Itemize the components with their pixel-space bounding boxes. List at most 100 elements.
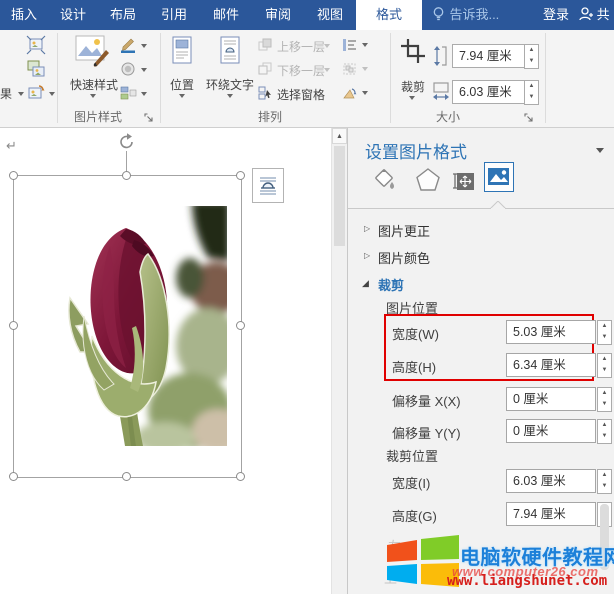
picture-layout-dropdown-arrow [141, 92, 147, 96]
layout-options-button[interactable] [252, 168, 284, 203]
align-button[interactable] [342, 38, 357, 57]
tab-review[interactable]: 审阅 [254, 0, 302, 30]
rotate-dropdown-arrow [362, 91, 368, 95]
shape-height-input[interactable]: 7.94 厘米 [452, 44, 530, 68]
height-h-input[interactable]: 6.34 厘米 [506, 353, 596, 377]
picture-effects-button[interactable] [120, 61, 137, 82]
collapse-arrow-crop[interactable]: ◢ [362, 278, 369, 289]
crop-height-input[interactable]: 7.94 厘米 [506, 502, 596, 526]
layout-properties-tab[interactable] [451, 169, 475, 198]
wrap-text-button[interactable] [218, 36, 242, 71]
tab-insert[interactable]: 插入 [2, 0, 46, 30]
ribbon-tab-bar: 插入 设计 布局 引用 邮件 审阅 视图 格式 告诉我... 登录 共享 [0, 0, 614, 30]
bring-forward-button[interactable]: 上移一层 [258, 38, 273, 57]
section-picture-color[interactable]: 图片颜色 [378, 248, 430, 267]
crop-width-spinner[interactable]: ▲▼ [597, 469, 612, 494]
tab-design[interactable]: 设计 [50, 0, 96, 30]
quick-styles-button[interactable] [74, 34, 110, 73]
picture-border-icon [120, 37, 137, 53]
bring-forward-label: 上移一层 [277, 38, 325, 55]
offset-x-spinner[interactable]: ▲▼ [597, 387, 612, 412]
position-dropdown-arrow[interactable] [179, 94, 185, 98]
wrap-text-label: 环绕文字 [204, 76, 256, 93]
group-objects-icon [342, 62, 357, 76]
scrollbar-thumb[interactable] [334, 146, 345, 246]
shape-height-spinner[interactable]: ▲▼ [524, 44, 539, 69]
scrollbar-up-arrow[interactable]: ▲ [332, 128, 347, 144]
width-w-spinner[interactable]: ▲▼ [597, 320, 612, 345]
section-crop-expanded[interactable]: 裁剪 [378, 275, 404, 294]
reset-picture-button[interactable] [26, 83, 46, 108]
fill-line-tab[interactable] [372, 166, 400, 199]
picture-selection-border [13, 175, 242, 478]
handle-bottom-right[interactable] [236, 472, 245, 481]
position-button[interactable] [170, 36, 194, 71]
watermark-url-main: www.liangshunet.com [447, 573, 607, 589]
group-divider [390, 33, 391, 123]
shape-height-value: 7.94 厘米 [459, 49, 512, 63]
offset-y-spinner[interactable]: ▲▼ [597, 419, 612, 444]
offset-y-value: 0 厘米 [513, 424, 548, 438]
section-picture-corrections[interactable]: 图片更正 [378, 221, 430, 240]
tab-layout[interactable]: 布局 [100, 0, 146, 30]
field-row-height: 高度(H) 6.34 厘米 ▲▼ [348, 353, 614, 377]
document-canvas[interactable]: ↵ [0, 128, 347, 594]
picture-styles-dialog-launcher[interactable] [144, 110, 154, 128]
tell-me-label: 告诉我... [449, 7, 499, 22]
height-h-spinner[interactable]: ▲▼ [597, 353, 612, 378]
group-objects-button[interactable] [342, 62, 357, 81]
change-picture-button[interactable] [26, 59, 46, 84]
handle-middle-left[interactable] [9, 321, 18, 330]
wrap-text-dropdown-arrow[interactable] [227, 94, 233, 98]
reset-picture-dropdown-arrow[interactable] [49, 92, 55, 96]
word-window: 插入 设计 布局 引用 邮件 审阅 视图 格式 告诉我... 登录 共享 [0, 0, 614, 594]
picture-border-button[interactable] [120, 37, 137, 58]
handle-middle-right[interactable] [236, 321, 245, 330]
picture-layout-button[interactable] [120, 85, 137, 106]
picture-tab-selected[interactable] [484, 162, 514, 192]
height-h-value: 6.34 厘米 [513, 358, 566, 372]
picture-effects-icon [120, 61, 137, 77]
shape-width-input[interactable]: 6.03 厘米 [452, 80, 530, 104]
rotate-handle[interactable] [117, 132, 137, 157]
selection-pane-button[interactable]: 选择窗格 [258, 86, 273, 105]
bring-forward-icon [258, 38, 273, 52]
quick-styles-dropdown-arrow[interactable] [90, 94, 96, 98]
field-row-crop-height: 高度(G) 7.94 厘米 ▲▼ [348, 502, 614, 526]
expand-arrow-picture-corrections[interactable]: ▷ [364, 224, 370, 233]
handle-top-left[interactable] [9, 171, 18, 180]
offset-y-input[interactable]: 0 厘米 [506, 419, 596, 443]
tab-references[interactable]: 引用 [150, 0, 198, 30]
pane-options-arrow[interactable] [596, 148, 604, 153]
tab-format-active[interactable]: 格式 [356, 0, 422, 30]
expand-arrow-picture-color[interactable]: ▷ [364, 251, 370, 260]
crop-button[interactable] [400, 38, 426, 69]
effects-tab[interactable] [414, 166, 442, 199]
width-w-input[interactable]: 5.03 厘米 [506, 320, 596, 344]
width-w-value: 5.03 厘米 [513, 325, 566, 339]
tell-me-box[interactable]: 告诉我... [432, 0, 499, 30]
tab-view[interactable]: 视图 [306, 0, 354, 30]
tab-mailings[interactable]: 邮件 [202, 0, 250, 30]
size-dialog-launcher[interactable] [524, 110, 534, 128]
share-button[interactable]: 共享 [578, 0, 614, 30]
picture-icon [485, 163, 512, 190]
offset-x-value: 0 厘米 [513, 392, 548, 406]
field-row-offset-y: 偏移量 Y(Y) 0 厘米 ▲▼ [348, 419, 614, 443]
handle-top-center[interactable] [122, 171, 131, 180]
sign-in-button[interactable]: 登录 [534, 0, 578, 30]
handle-bottom-left[interactable] [9, 472, 18, 481]
offset-x-input[interactable]: 0 厘米 [506, 387, 596, 411]
crop-width-input[interactable]: 6.03 厘米 [506, 469, 596, 493]
rotate-button[interactable] [342, 86, 357, 105]
shape-width-spinner[interactable]: ▲▼ [524, 80, 539, 105]
crop-dropdown-arrow[interactable] [409, 96, 415, 100]
artistic-effects-label-partial: 果 [0, 87, 12, 101]
document-scrollbar[interactable]: ▲ [331, 128, 347, 594]
compress-picture-button[interactable] [26, 35, 46, 60]
handle-top-right[interactable] [236, 171, 245, 180]
artistic-effects-button-clipped[interactable]: 果 [0, 85, 24, 102]
send-backward-button[interactable]: 下移一层 [258, 62, 273, 81]
group-objects-dropdown-arrow [362, 67, 368, 71]
handle-bottom-center[interactable] [122, 472, 131, 481]
